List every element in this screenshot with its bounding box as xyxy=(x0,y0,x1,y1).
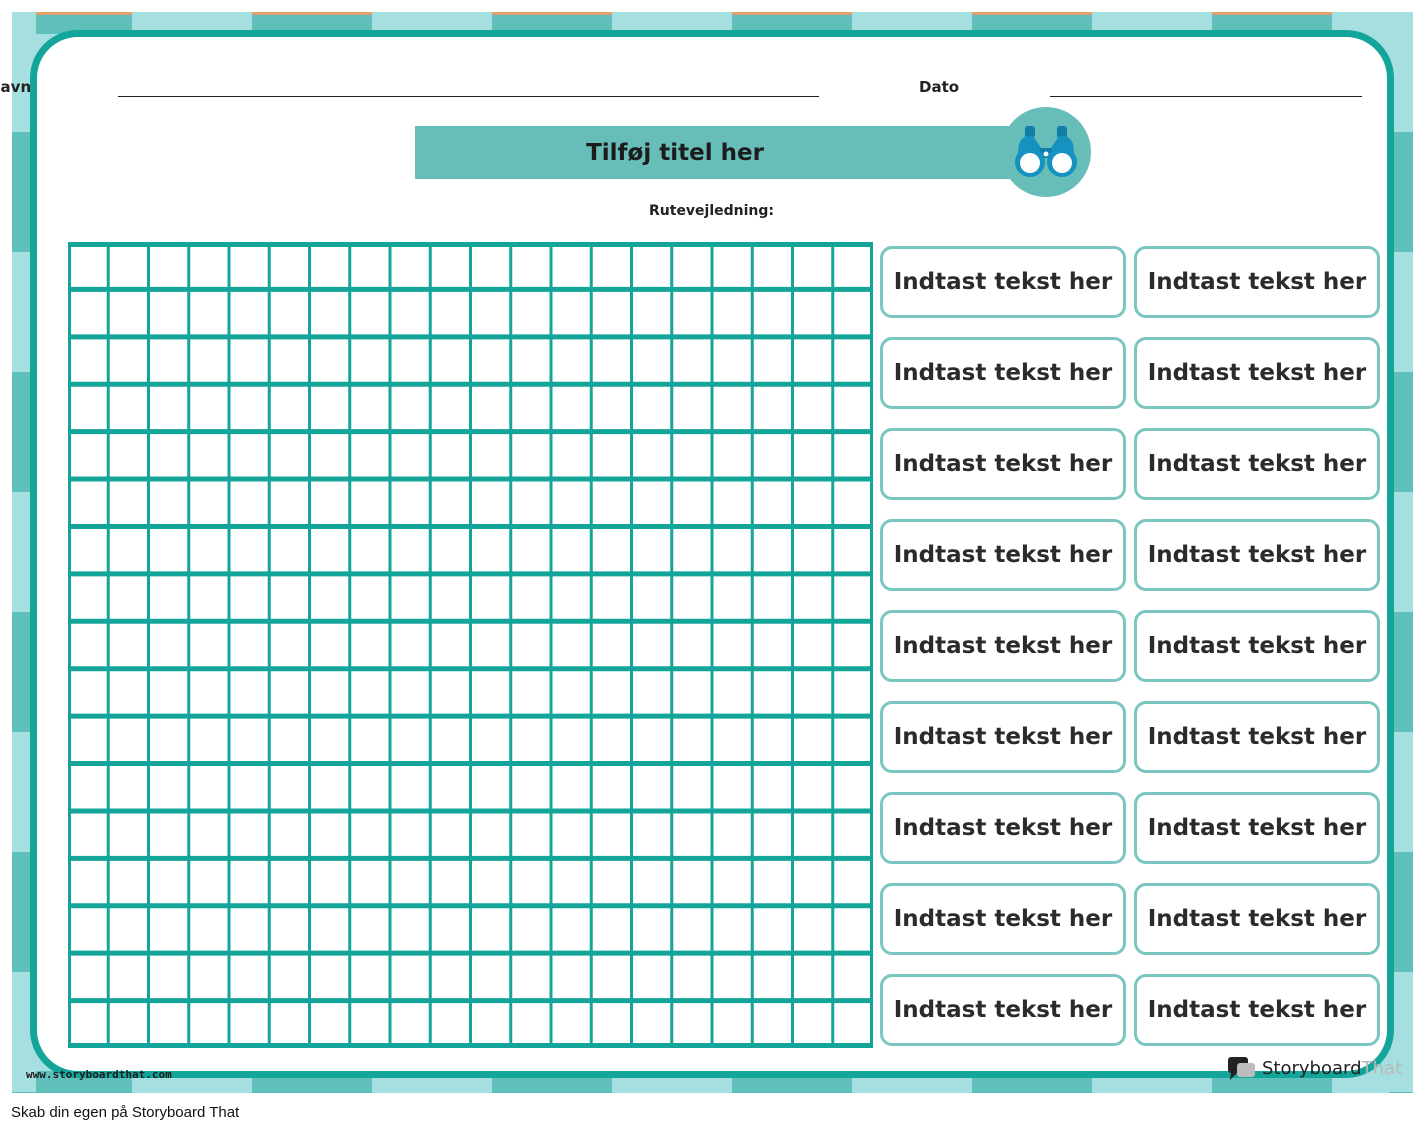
word-box[interactable]: Indtast tekst her xyxy=(1134,337,1380,409)
word-box[interactable]: Indtast tekst her xyxy=(880,337,1126,409)
word-box[interactable]: Indtast tekst her xyxy=(1134,974,1380,1046)
word-box[interactable]: Indtast tekst her xyxy=(880,610,1126,682)
word-box[interactable]: Indtast tekst her xyxy=(1134,792,1380,864)
binoculars-icon xyxy=(1001,107,1091,197)
title-banner[interactable]: Tilføj titel her xyxy=(415,126,1025,179)
puzzle-grid[interactable] xyxy=(68,242,873,1048)
name-line[interactable] xyxy=(118,96,819,97)
word-box[interactable]: Indtast tekst her xyxy=(880,519,1126,591)
brand-name-part2: That xyxy=(1361,1057,1403,1079)
word-box[interactable]: Indtast tekst her xyxy=(880,428,1126,500)
create-your-own-note[interactable]: Skab din egen på Storyboard That xyxy=(11,1104,239,1121)
word-box[interactable]: Indtast tekst her xyxy=(880,883,1126,955)
name-label: Navn xyxy=(0,78,32,96)
word-box[interactable]: Indtast tekst her xyxy=(1134,428,1380,500)
storyboard-that-logo: Storyboard That xyxy=(1228,1055,1402,1081)
word-box[interactable]: Indtast tekst her xyxy=(880,792,1126,864)
directions-label: Rutevejledning: xyxy=(649,203,775,219)
word-box[interactable]: Indtast tekst her xyxy=(880,974,1126,1046)
date-label: Dato xyxy=(919,78,960,96)
word-box[interactable]: Indtast tekst her xyxy=(1134,610,1380,682)
word-box[interactable]: Indtast tekst her xyxy=(1134,883,1380,955)
footer-url[interactable]: www.storyboardthat.com xyxy=(26,1068,172,1081)
word-box[interactable]: Indtast tekst her xyxy=(880,246,1126,318)
brand-name-part1: Storyboard xyxy=(1262,1057,1362,1079)
puzzle-grid-svg xyxy=(68,242,873,1048)
word-box[interactable]: Indtast tekst her xyxy=(1134,701,1380,773)
speech-bubble-icon xyxy=(1228,1057,1255,1080)
word-box[interactable]: Indtast tekst her xyxy=(880,701,1126,773)
word-box[interactable]: Indtast tekst her xyxy=(1134,246,1380,318)
page-title: Tilføj titel her xyxy=(586,139,764,166)
date-line[interactable] xyxy=(1050,96,1362,97)
word-box[interactable]: Indtast tekst her xyxy=(1134,519,1380,591)
